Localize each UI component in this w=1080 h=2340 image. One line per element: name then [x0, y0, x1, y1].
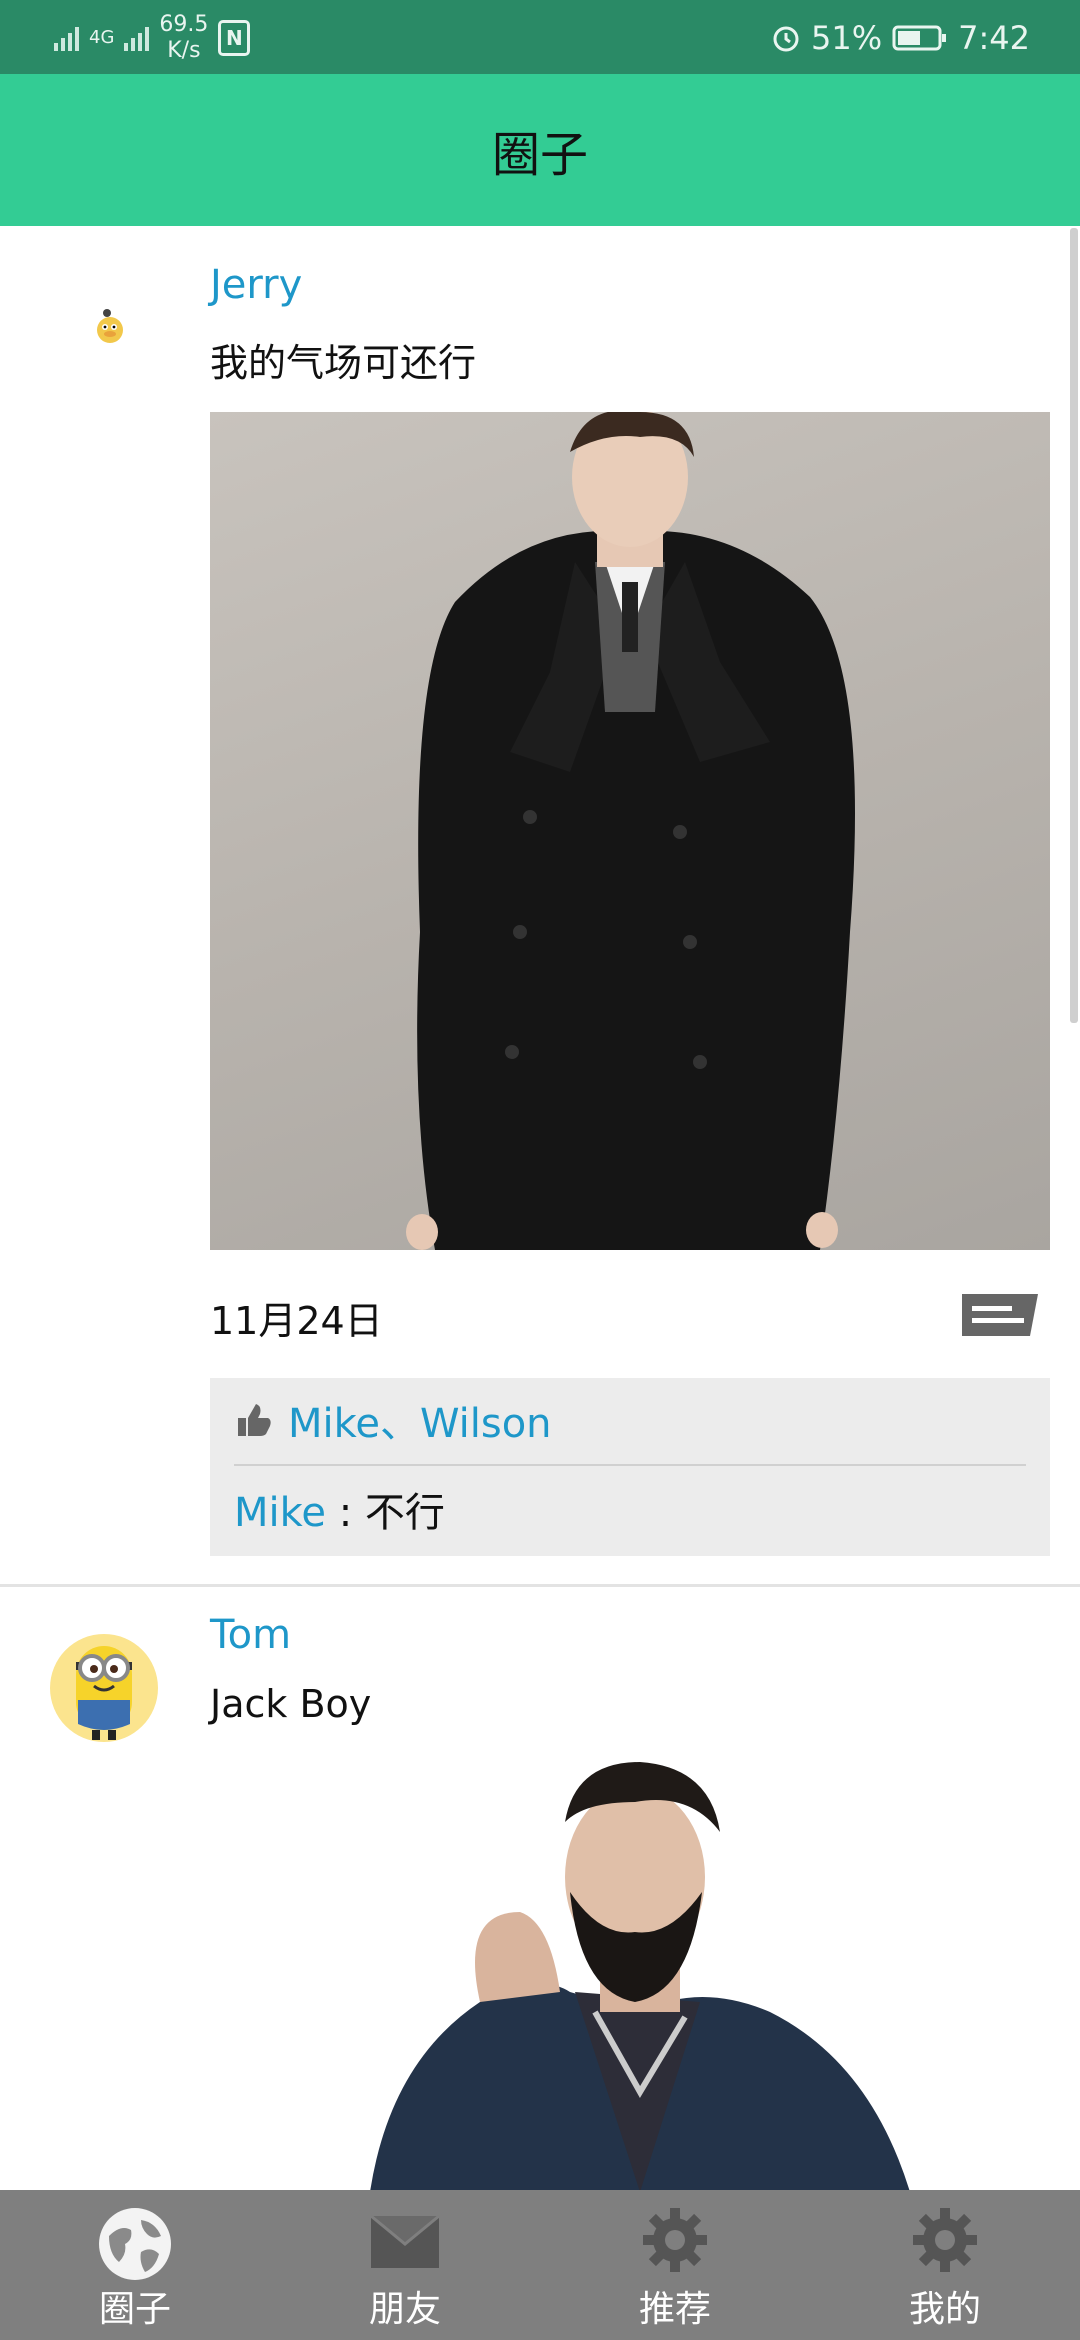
network-speed-unit: K/s [167, 38, 201, 63]
page-title: 圈子 [491, 127, 588, 183]
post-photo[interactable] [370, 1762, 910, 2190]
post-username[interactable]: Tom [210, 1612, 291, 1658]
post-card: Tom Jack Boy [0, 1588, 1080, 2190]
minion-avatar-icon [50, 1634, 158, 1742]
status-left: 4G 69.5 K/s N [54, 10, 251, 66]
thumbs-up-icon [238, 1404, 271, 1436]
feed[interactable]: Jerry 我的气场可还行 11月24日 Mike、Wilson Mike: … [0, 226, 1080, 2190]
post-card: Jerry 我的气场可还行 11月24日 Mike、Wilson Mike: … [0, 226, 1080, 1596]
comment-row[interactable]: Mike : 不行 [234, 1480, 445, 1538]
post-username[interactable]: Jerry [210, 262, 302, 308]
bottom-nav: 圈子 朋友 推荐 我的 [0, 2190, 1080, 2340]
nav-item-recommend[interactable]: 推荐 [540, 2190, 810, 2340]
signal-strength-icon [124, 25, 150, 51]
post-text: 我的气场可还行 [210, 341, 477, 385]
alarm-icon [773, 26, 799, 52]
post-text: Jack Boy [210, 1682, 372, 1726]
post-date: 11月24日 [210, 1299, 383, 1343]
comment-icon [962, 1294, 1038, 1336]
globe-icon [99, 2208, 171, 2280]
app-bar: 圈子 [0, 74, 1080, 226]
network-speed-value: 69.5 [159, 12, 209, 37]
avatar[interactable] [92, 306, 128, 350]
post-divider [0, 1584, 1080, 1587]
duck-avatar-icon [97, 309, 123, 343]
post-photo[interactable] [210, 412, 1050, 1250]
likes-row: Mike、Wilson [234, 1390, 1026, 1466]
status-bar: 4G 69.5 K/s N 51% 7:42 [0, 0, 1080, 74]
nav-label: 圈子 [98, 2289, 171, 2330]
comment-separator: : [325, 1490, 365, 1536]
nav-label: 我的 [908, 2289, 981, 2330]
gear-icon [643, 2208, 707, 2272]
nav-item-mine[interactable]: 我的 [810, 2190, 1080, 2340]
network-type: 4G [89, 25, 114, 51]
network-type-label: 4G [89, 27, 115, 48]
battery-icon [892, 25, 947, 51]
comment-text: 不行 [364, 1490, 445, 1536]
bearded-man-image [370, 1762, 910, 2190]
scrollbar[interactable] [1070, 228, 1078, 1023]
battery-percent: 51% [811, 19, 883, 57]
nav-item-circle[interactable]: 圈子 [0, 2190, 270, 2340]
nav-label: 朋友 [368, 2289, 441, 2330]
nav-label: 推荐 [638, 2289, 711, 2330]
nav-item-friends[interactable]: 朋友 [270, 2190, 540, 2340]
network-speed: 69.5 K/s [159, 12, 208, 64]
likes-comments-panel: Mike、Wilson Mike : 不行 [210, 1378, 1050, 1556]
signal-icon [54, 25, 79, 51]
clock: 7:42 [958, 19, 1030, 57]
comment-author[interactable]: Mike [234, 1490, 326, 1536]
envelope-icon [370, 2214, 440, 2268]
gear-icon [913, 2208, 977, 2272]
likes-names[interactable]: Mike、Wilson [288, 1391, 552, 1449]
status-right: 51% 7:42 [771, 10, 1030, 66]
avatar[interactable] [48, 1624, 160, 1748]
nfc-icon: N [218, 20, 251, 56]
man-in-coat-image [406, 412, 855, 1250]
comment-button[interactable] [960, 1290, 1040, 1344]
